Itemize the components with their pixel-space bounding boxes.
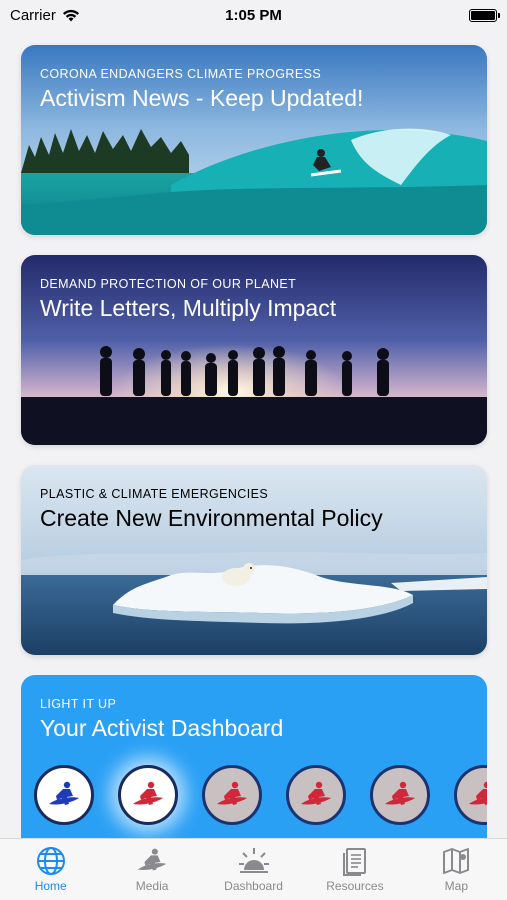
tab-home[interactable]: Home xyxy=(0,839,101,900)
card-kicker: LIGHT IT UP xyxy=(40,697,117,711)
card-kicker: PLASTIC & CLIMATE EMERGENCIES xyxy=(40,487,269,501)
badge-surfer-1[interactable] xyxy=(34,765,94,825)
tab-label: Resources xyxy=(326,879,384,893)
feed[interactable]: CORONA ENDANGERS CLIMATE PROGRESS Activi… xyxy=(21,45,487,875)
battery-icon xyxy=(469,8,500,22)
surfer-icon xyxy=(217,781,247,805)
badge-row[interactable] xyxy=(34,765,487,825)
card-title: Activism News - Keep Updated! xyxy=(40,85,364,111)
sun-icon xyxy=(238,848,269,873)
card-title: Write Letters, Multiply Impact xyxy=(40,295,337,321)
tab-resources[interactable]: Resources xyxy=(304,839,405,900)
status-bar: Carrier 1:05 PM xyxy=(0,0,507,30)
tab-dashboard[interactable]: Dashboard xyxy=(203,839,304,900)
badge-surfer-5[interactable] xyxy=(370,765,430,825)
status-time: 1:05 PM xyxy=(225,6,282,24)
card-environmental-policy[interactable]: PLASTIC & CLIMATE EMERGENCIES Create New… xyxy=(21,465,487,655)
globe-icon xyxy=(36,847,65,875)
badge-surfer-6[interactable] xyxy=(454,765,487,825)
card-title: Create New Environmental Policy xyxy=(40,505,383,531)
surfer-icon xyxy=(133,781,163,805)
tab-label: Media xyxy=(135,879,169,893)
badge-surfer-2[interactable] xyxy=(118,765,178,825)
card-text: LIGHT IT UP Your Activist Dashboard xyxy=(40,697,283,742)
tab-label: Home xyxy=(34,879,67,893)
card-activism-news[interactable]: CORONA ENDANGERS CLIMATE PROGRESS Activi… xyxy=(21,45,487,235)
badge-surfer-4[interactable] xyxy=(286,765,346,825)
surfer-icon xyxy=(469,781,487,805)
card-write-letters[interactable]: DEMAND PROTECTION OF OUR PLANET Write Le… xyxy=(21,255,487,445)
tab-media[interactable]: Media xyxy=(101,839,202,900)
surfer-icon xyxy=(385,781,415,805)
card-title: Your Activist Dashboard xyxy=(40,715,284,741)
card-text: PLASTIC & CLIMATE EMERGENCIES Create New… xyxy=(40,487,383,532)
tab-bar: Home Media Dashboard Resources Map xyxy=(0,838,507,900)
surfer-icon xyxy=(49,781,79,805)
card-text: DEMAND PROTECTION OF OUR PLANET Write Le… xyxy=(40,277,336,322)
card-text: CORONA ENDANGERS CLIMATE PROGRESS Activi… xyxy=(40,67,363,112)
tab-label: Dashboard xyxy=(224,879,283,893)
tab-map[interactable]: Map xyxy=(406,839,507,900)
card-kicker: DEMAND PROTECTION OF OUR PLANET xyxy=(40,277,297,291)
tab-label: Map xyxy=(444,879,468,893)
surfer-icon xyxy=(301,781,331,805)
badge-surfer-3[interactable] xyxy=(202,765,262,825)
document-icon xyxy=(342,848,366,876)
surfer-icon xyxy=(137,848,167,871)
card-kicker: CORONA ENDANGERS CLIMATE PROGRESS xyxy=(40,67,322,81)
map-icon xyxy=(443,848,470,874)
